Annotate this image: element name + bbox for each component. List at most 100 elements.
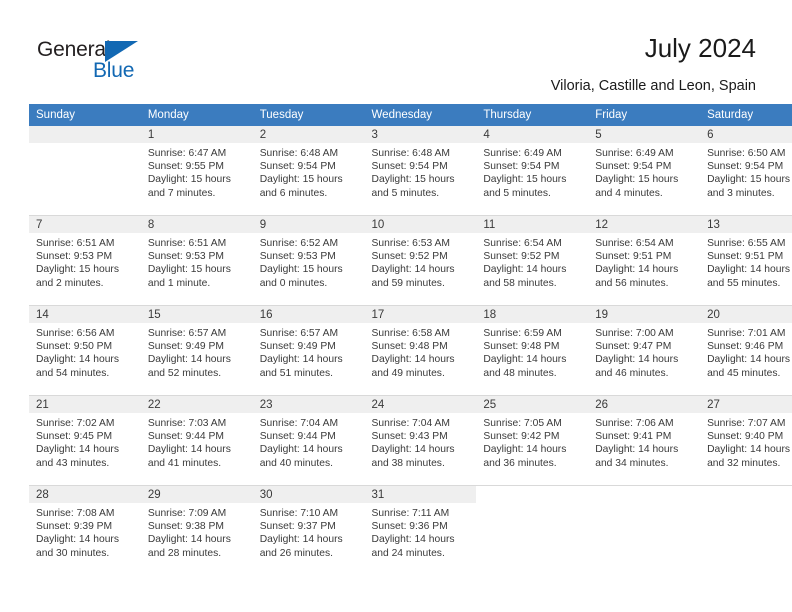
day-number: 9 (252, 216, 365, 233)
weekday-header-friday: Friday (588, 104, 701, 126)
calendar-day-cell[interactable]: 29 Sunrise: 7:09 AM Sunset: 9:38 PM Dayligh… (140, 485, 253, 575)
sunset-text: Sunset: 9:47 PM (595, 341, 672, 353)
daylight-text-line1: Daylight: 14 hours (147, 354, 231, 366)
sunset-text: Sunset: 9:53 PM (147, 251, 224, 263)
day-cell-content: 20 Sunrise: 7:01 AM Sunset: 9:46 PM Dayligh… (700, 306, 792, 395)
sunset-text: Sunset: 9:51 PM (707, 251, 784, 263)
sunset-text: Sunset: 9:54 PM (483, 161, 560, 173)
daylight-text-line2: and 54 minutes. (36, 367, 110, 379)
calendar-day-cell[interactable]: 7 Sunrise: 6:51 AM Sunset: 9:53 PM Daylight… (29, 215, 141, 306)
calendar-day-cell[interactable]: 1 Sunrise: 6:47 AM Sunset: 9:55 PM Daylight… (140, 126, 253, 216)
calendar-day-cell[interactable]: 30 Sunrise: 7:10 AM Sunset: 9:37 PM Dayligh… (252, 485, 365, 575)
calendar-day-cell[interactable]: 17 Sunrise: 6:58 AM Sunset: 9:48 PM Dayligh… (364, 305, 477, 396)
sunrise-text: Sunrise: 6:48 AM (371, 148, 450, 159)
sunrise-text: Sunrise: 6:57 AM (259, 328, 339, 339)
calendar-day-cell[interactable]: 12 Sunrise: 6:54 AM Sunset: 9:51 PM Dayligh… (588, 215, 701, 306)
calendar-day-cell[interactable] (588, 485, 701, 575)
sunrise-text: Sunrise: 6:54 AM (595, 238, 674, 249)
day-cell-content: 7 Sunrise: 6:51 AM Sunset: 9:53 PM Daylight… (29, 216, 141, 305)
daylight-text-line2: and 40 minutes. (259, 457, 333, 469)
calendar-week-row: 1 Sunrise: 6:47 AM Sunset: 9:55 PM Daylight… (29, 126, 792, 216)
calendar-day-cell[interactable]: 27 Sunrise: 7:07 AM Sunset: 9:40 PM Dayligh… (700, 395, 792, 486)
daylight-text-line2: and 34 minutes. (595, 457, 669, 469)
day-number: 1 (140, 126, 253, 143)
calendar-day-cell[interactable]: 16 Sunrise: 6:57 AM Sunset: 9:49 PM Dayligh… (252, 305, 365, 396)
calendar-day-cell[interactable]: 2 Sunrise: 6:48 AM Sunset: 9:54 PM Daylight… (252, 126, 365, 216)
day-sun-details: Sunrise: 6:53 AM Sunset: 9:52 PM Daylight:… (365, 233, 477, 290)
daylight-text-line1: Daylight: 14 hours (707, 444, 791, 456)
calendar-day-cell[interactable]: 25 Sunrise: 7:05 AM Sunset: 9:42 PM Dayligh… (476, 395, 589, 486)
calendar-day-cell[interactable]: 22 Sunrise: 7:03 AM Sunset: 9:44 PM Dayligh… (140, 395, 253, 486)
daylight-text-line1: Daylight: 15 hours (147, 264, 231, 276)
daylight-text-line2: and 5 minutes. (371, 187, 440, 199)
day-cell-content: 4 Sunrise: 6:49 AM Sunset: 9:54 PM Daylight… (476, 126, 589, 215)
day-sun-details: Sunrise: 6:57 AM Sunset: 9:49 PM Daylight:… (253, 323, 365, 380)
daylight-text-line2: and 58 minutes. (483, 277, 557, 289)
daylight-text-line1: Daylight: 14 hours (371, 444, 455, 456)
daylight-text-line1: Daylight: 14 hours (147, 534, 231, 546)
day-number (588, 486, 701, 503)
day-cell-content: 27 Sunrise: 7:07 AM Sunset: 9:40 PM Dayligh… (700, 396, 792, 485)
day-cell-content (588, 486, 701, 575)
daylight-text-line1: Daylight: 14 hours (707, 264, 791, 276)
calendar-day-cell[interactable]: 8 Sunrise: 6:51 AM Sunset: 9:53 PM Daylight… (140, 215, 253, 306)
daylight-text-line1: Daylight: 14 hours (259, 444, 343, 456)
general-blue-logo[interactable]: General Blue (37, 38, 167, 86)
sunset-text: Sunset: 9:49 PM (259, 341, 336, 353)
calendar-day-cell[interactable]: 23 Sunrise: 7:04 AM Sunset: 9:44 PM Dayligh… (252, 395, 365, 486)
calendar-day-cell[interactable]: 18 Sunrise: 6:59 AM Sunset: 9:48 PM Dayligh… (476, 305, 589, 396)
day-number: 2 (252, 126, 365, 143)
day-sun-details: Sunrise: 6:50 AM Sunset: 9:54 PM Daylight:… (700, 143, 792, 200)
sunrise-text: Sunrise: 6:55 AM (707, 238, 786, 249)
daylight-text-line2: and 48 minutes. (483, 367, 557, 379)
daylight-text-line1: Daylight: 14 hours (259, 354, 343, 366)
day-number: 24 (364, 396, 477, 413)
sunrise-text: Sunrise: 7:03 AM (147, 418, 227, 429)
daylight-text-line2: and 45 minutes. (707, 367, 781, 379)
calendar-day-cell[interactable]: 14 Sunrise: 6:56 AM Sunset: 9:50 PM Dayligh… (29, 305, 141, 396)
day-cell-content (476, 486, 589, 575)
daylight-text-line1: Daylight: 14 hours (259, 534, 343, 546)
calendar-day-cell[interactable]: 26 Sunrise: 7:06 AM Sunset: 9:41 PM Dayligh… (588, 395, 701, 486)
calendar-day-cell[interactable]: 24 Sunrise: 7:04 AM Sunset: 9:43 PM Dayligh… (364, 395, 477, 486)
calendar-day-cell[interactable] (700, 485, 792, 575)
calendar-day-cell[interactable] (29, 126, 141, 216)
daylight-text-line2: and 49 minutes. (371, 367, 445, 379)
day-cell-content: 29 Sunrise: 7:09 AM Sunset: 9:38 PM Dayligh… (140, 486, 253, 575)
calendar-day-cell[interactable]: 10 Sunrise: 6:53 AM Sunset: 9:52 PM Dayligh… (364, 215, 477, 306)
weekday-header-saturday: Saturday (700, 104, 792, 126)
day-cell-content: 25 Sunrise: 7:05 AM Sunset: 9:42 PM Dayligh… (476, 396, 589, 485)
calendar-day-cell[interactable]: 21 Sunrise: 7:02 AM Sunset: 9:45 PM Dayligh… (29, 395, 141, 486)
calendar-day-cell[interactable] (476, 485, 589, 575)
day-cell-content: 21 Sunrise: 7:02 AM Sunset: 9:45 PM Dayligh… (29, 396, 141, 485)
calendar-day-cell[interactable]: 13 Sunrise: 6:55 AM Sunset: 9:51 PM Dayligh… (700, 215, 792, 306)
day-number: 19 (588, 306, 701, 323)
daylight-text-line1: Daylight: 15 hours (371, 174, 455, 186)
calendar-day-cell[interactable]: 9 Sunrise: 6:52 AM Sunset: 9:53 PM Daylight… (252, 215, 365, 306)
calendar-day-cell[interactable]: 11 Sunrise: 6:54 AM Sunset: 9:52 PM Dayligh… (476, 215, 589, 306)
sunset-text: Sunset: 9:53 PM (36, 251, 113, 263)
day-number: 3 (364, 126, 477, 143)
calendar-day-cell[interactable]: 4 Sunrise: 6:49 AM Sunset: 9:54 PM Daylight… (476, 126, 589, 216)
daylight-text-line2: and 24 minutes. (371, 547, 445, 559)
daylight-text-line1: Daylight: 15 hours (259, 174, 343, 186)
calendar-day-cell[interactable]: 3 Sunrise: 6:48 AM Sunset: 9:54 PM Daylight… (364, 126, 477, 216)
daylight-text-line2: and 56 minutes. (595, 277, 669, 289)
calendar-day-cell[interactable]: 20 Sunrise: 7:01 AM Sunset: 9:46 PM Dayligh… (700, 305, 792, 396)
calendar-day-cell[interactable]: 28 Sunrise: 7:08 AM Sunset: 9:39 PM Dayligh… (29, 485, 141, 575)
calendar-day-cell[interactable]: 6 Sunrise: 6:50 AM Sunset: 9:54 PM Daylight… (700, 126, 792, 216)
day-number: 11 (476, 216, 589, 233)
calendar-day-cell[interactable]: 31 Sunrise: 7:11 AM Sunset: 9:36 PM Dayligh… (364, 485, 477, 575)
daylight-text-line2: and 32 minutes. (707, 457, 781, 469)
sunrise-text: Sunrise: 6:51 AM (147, 238, 227, 249)
day-number: 6 (700, 126, 792, 143)
sunrise-text: Sunrise: 6:58 AM (371, 328, 450, 339)
calendar-day-cell[interactable]: 5 Sunrise: 6:49 AM Sunset: 9:54 PM Daylight… (588, 126, 701, 216)
calendar-day-cell[interactable]: 15 Sunrise: 6:57 AM Sunset: 9:49 PM Dayligh… (140, 305, 253, 396)
location-subtitle: Viloria, Castille and Leon, Spain (550, 78, 756, 94)
sunrise-text: Sunrise: 6:50 AM (707, 148, 786, 159)
daylight-text-line2: and 1 minute. (147, 277, 211, 289)
day-sun-details: Sunrise: 7:04 AM Sunset: 9:43 PM Daylight:… (365, 413, 477, 470)
calendar-day-cell[interactable]: 19 Sunrise: 7:00 AM Sunset: 9:47 PM Dayligh… (588, 305, 701, 396)
sunrise-text: Sunrise: 7:02 AM (36, 418, 115, 429)
